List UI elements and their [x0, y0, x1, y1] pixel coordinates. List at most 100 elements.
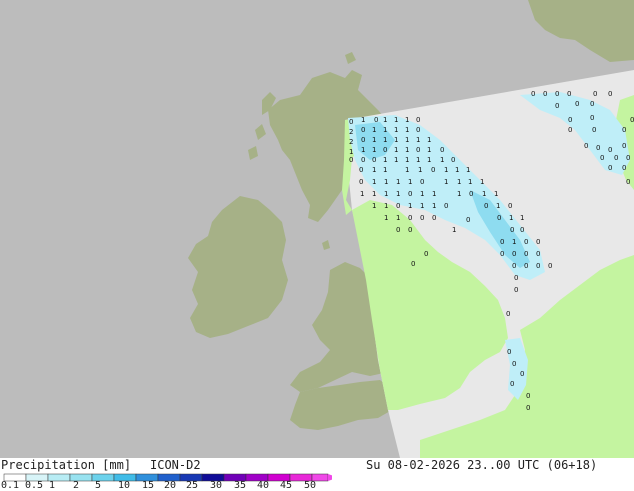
precip-value-label: 1 [427, 136, 431, 144]
precip-value-label: 0 [575, 100, 579, 108]
precip-value-label: 0 [361, 156, 365, 164]
precip-value-label: 1 [384, 202, 388, 210]
precip-value-label: 1 [444, 166, 448, 174]
legend-tick-label: 40 [256, 480, 270, 491]
precip-value-label: 2 [349, 128, 353, 136]
precip-value-label: 0 [608, 90, 612, 98]
precip-value-label: 0 [600, 154, 604, 162]
precip-value-label: 1 [509, 214, 513, 222]
precip-value-label: 1 [520, 214, 524, 222]
precip-value-label: 1 [416, 136, 420, 144]
legend-tick-label: 10 [117, 480, 131, 491]
precip-value-label: 1 [394, 156, 398, 164]
precip-value-label: 0 [548, 262, 552, 270]
precip-value-label: 2 [349, 138, 353, 146]
footer-bar: Precipitation [mm] ICON-D2 Su 08-02-2026… [0, 458, 634, 491]
precip-value-label: 0 [555, 90, 559, 98]
legend-tick-label: 5 [94, 480, 102, 491]
precip-value-label: 0 [593, 90, 597, 98]
precip-value-label: 1 [405, 146, 409, 154]
precip-value-label: 1 [480, 178, 484, 186]
precip-value-label: 0 [484, 202, 488, 210]
precip-value-label: 1 [457, 190, 461, 198]
legend-arrow [328, 474, 332, 481]
legend-tick-label: 15 [141, 480, 155, 491]
precip-value-label: 0 [622, 142, 626, 150]
precip-value-label: 0 [349, 118, 353, 126]
legend-tick-label: 0.5 [24, 480, 44, 491]
precip-value-label: 0 [359, 178, 363, 186]
precip-value-label: 0 [614, 154, 618, 162]
precip-value-label: 1 [383, 136, 387, 144]
precip-value-label: 1 [408, 178, 412, 186]
map-canvas: 0 1 0 1 1 1 02 0 1 1 1 1 02 0 1 1 1 1 1 11 1 1 0 1 1 0 1 00 0 0 1 1 1 1 1 1… [0, 0, 634, 458]
precip-value-label: 0 [383, 146, 387, 154]
precip-value-label: 0 [568, 126, 572, 134]
legend-tick-label: 0.1 [0, 480, 20, 491]
legend-tick-label: 30 [209, 480, 223, 491]
precip-value-label: 0 [451, 156, 455, 164]
precip-value-label: 1 [440, 156, 444, 164]
precip-value-label: 1 [405, 166, 409, 174]
precip-value-label: 0 [622, 164, 626, 172]
precip-value-label: 1 [372, 166, 376, 174]
precip-value-label: 0 [500, 250, 504, 258]
precip-value-label: 1 [494, 190, 498, 198]
precip-value-label: 0 [469, 190, 473, 198]
legend-tick-label: 2 [72, 480, 80, 491]
legend-tick-label: 25 [185, 480, 199, 491]
precip-value-label: 0 [408, 226, 412, 234]
precip-value-label: 1 [372, 178, 376, 186]
precip-value-label: 1 [405, 156, 409, 164]
precip-value-label: 0 [500, 238, 504, 246]
precip-value-label: 0 [520, 370, 524, 378]
precip-value-label: 0 [526, 392, 530, 400]
precip-value-label: 1 [432, 202, 436, 210]
precip-value-label: 0 [590, 114, 594, 122]
precip-value-label: 1 [420, 202, 424, 210]
precip-value-label: 0 [536, 262, 540, 270]
precip-value-label: 0 [444, 202, 448, 210]
precip-value-label: 1 [394, 136, 398, 144]
precip-value-label: 0 [416, 116, 420, 124]
precip-value-label: 0 [536, 238, 540, 246]
precip-value-label: 0 [512, 360, 516, 368]
precip-value-label: 1 [394, 126, 398, 134]
precip-value-label: 1 [405, 126, 409, 134]
precip-value-label: 1 [408, 202, 412, 210]
precip-value-label: 0 [431, 166, 435, 174]
legend-tick-label: 35 [233, 480, 247, 491]
precip-value-label: 0 [408, 214, 412, 222]
map-title: Precipitation [mm] [1, 458, 132, 472]
precip-value-label: 1 [349, 148, 353, 156]
precip-value-label: 0 [506, 310, 510, 318]
precip-value-label: 0 [411, 260, 415, 268]
legend-tick-label: 45 [279, 480, 293, 491]
precip-value-label: 0 [584, 142, 588, 150]
precip-value-label: 0 [420, 178, 424, 186]
legend-tick-label: 20 [163, 480, 177, 491]
precip-value-label: 0 [543, 90, 547, 98]
precip-value-label: 0 [361, 136, 365, 144]
precip-value-label: 0 [416, 126, 420, 134]
precip-value-label: 1 [383, 116, 387, 124]
precip-value-label: 1 [372, 146, 376, 154]
precip-value-label: 0 [507, 348, 511, 356]
precip-value-label: 1 [468, 178, 472, 186]
precip-value-label: 1 [444, 178, 448, 186]
precip-value-label: 0 [526, 404, 530, 412]
precip-value-label: 1 [383, 166, 387, 174]
precip-value-label: 0 [508, 202, 512, 210]
precip-value-label: 1 [361, 146, 365, 154]
precip-value-label: 0 [608, 164, 612, 172]
precip-value-label: 0 [536, 250, 540, 258]
precip-value-label: 1 [384, 214, 388, 222]
precip-value-label: 0 [567, 90, 571, 98]
precip-value-label: 0 [524, 238, 528, 246]
precip-value-label: 1 [427, 146, 431, 154]
precip-value-label: 1 [432, 190, 436, 198]
precip-value-label: 0 [568, 116, 572, 124]
precip-value-label: 1 [394, 146, 398, 154]
precip-value-label: 0 [396, 226, 400, 234]
precip-value-label: 0 [361, 126, 365, 134]
